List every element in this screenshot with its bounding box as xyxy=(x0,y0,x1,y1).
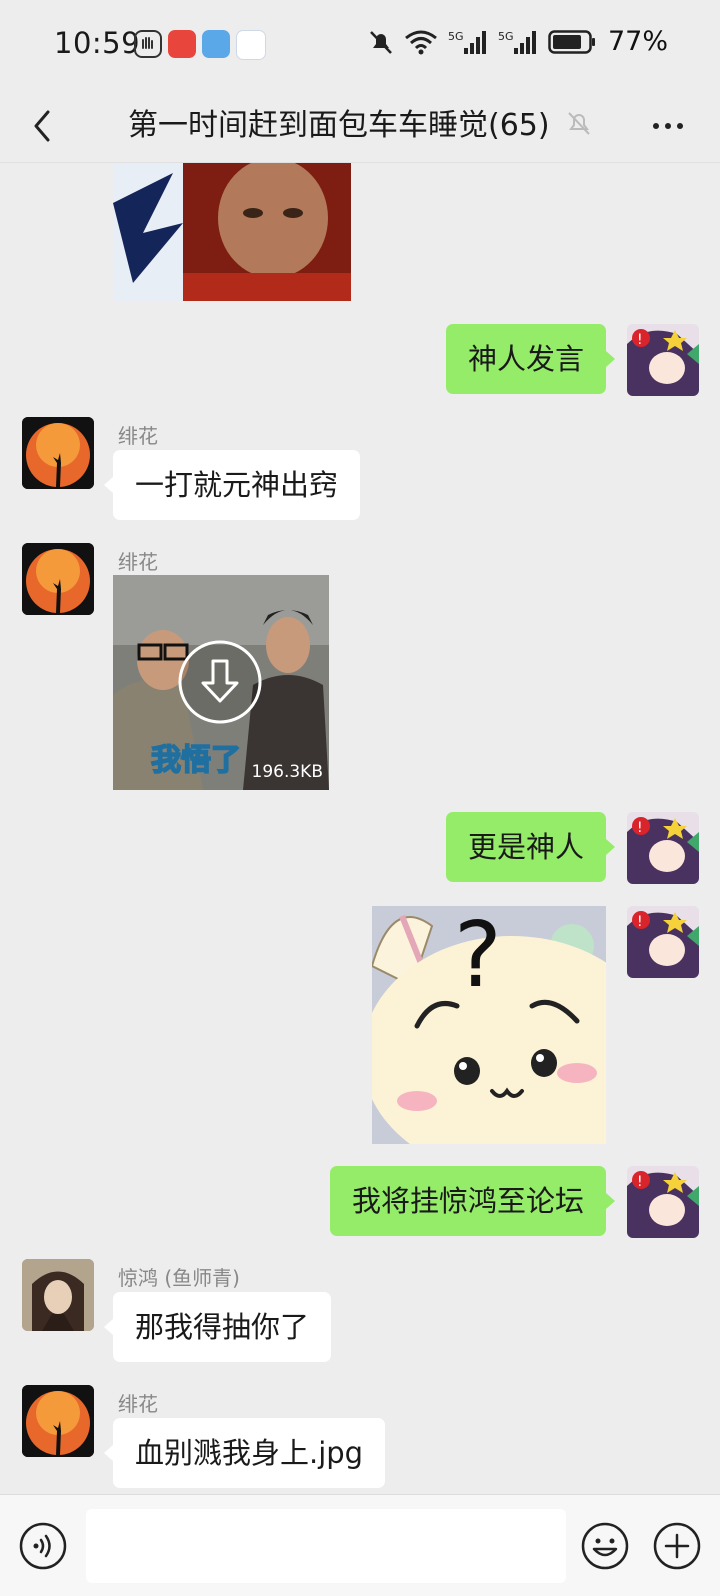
message-bubble-out[interactable]: 神人发言 xyxy=(445,324,606,394)
gif-message[interactable]: 我悟了 196.3KB xyxy=(113,575,329,790)
svg-text:5G: 5G xyxy=(498,30,514,43)
avatar-self[interactable]: ! xyxy=(627,906,699,978)
bubble-tail xyxy=(104,477,113,493)
avatar-self[interactable]: ! xyxy=(627,1166,699,1238)
bell-off-icon xyxy=(568,112,590,135)
chevron-left-icon[interactable] xyxy=(24,102,64,150)
battery-percent: 77% xyxy=(607,26,668,57)
meme-caption: 我悟了 xyxy=(150,742,242,779)
svg-text:!: ! xyxy=(637,914,643,930)
image-message[interactable] xyxy=(113,163,351,301)
svg-text:!: ! xyxy=(637,332,643,348)
avatar-self[interactable]: ! xyxy=(627,324,699,396)
svg-text:5G: 5G xyxy=(448,30,464,43)
emoji-icon[interactable] xyxy=(580,1521,630,1571)
bubble-tail xyxy=(104,1445,113,1461)
status-indicators: 5G 5G 77% xyxy=(368,26,668,57)
chat-title: 第一时间赶到面包车车睡觉(65) xyxy=(128,108,550,143)
message-input[interactable] xyxy=(86,1509,566,1583)
mute-bell-icon xyxy=(370,30,392,54)
message-bubble-out[interactable]: 我将挂惊鸿至论坛 xyxy=(329,1166,606,1236)
voice-icon[interactable] xyxy=(18,1521,68,1571)
chat-header: 第一时间赶到面包车车睡觉(65) xyxy=(0,90,720,163)
signal-5g-icon-2: 5G xyxy=(498,30,536,54)
bubble-tail xyxy=(606,1193,615,1209)
file-size: 196.3KB xyxy=(251,762,323,782)
avatar-feihua[interactable] xyxy=(22,1385,94,1457)
bubble-tail xyxy=(606,351,615,367)
sticker-message[interactable]: ? xyxy=(372,906,606,1144)
status-time: 10:59 xyxy=(54,26,141,60)
input-bar xyxy=(0,1494,720,1596)
plus-icon[interactable] xyxy=(652,1521,702,1571)
wifi-icon xyxy=(405,30,437,54)
ifly-app-icon xyxy=(236,30,266,60)
hand-icon xyxy=(134,30,162,58)
avatar-jinghong[interactable] xyxy=(22,1259,94,1331)
meme-photo-top xyxy=(113,163,351,301)
download-icon[interactable] xyxy=(177,639,263,725)
rabbit-question-sticker: ? xyxy=(372,906,606,1144)
sender-name: 惊鸿 (鱼师青) xyxy=(118,1266,240,1290)
message-bubble-out[interactable]: 更是神人 xyxy=(445,812,606,882)
sender-name: 绯花 xyxy=(118,550,158,574)
more-dots-icon[interactable] xyxy=(648,106,688,146)
shopping-app-icon xyxy=(168,30,196,58)
avatar-feihua[interactable] xyxy=(22,417,94,489)
signal-5g-icon-1: 5G xyxy=(448,30,486,54)
svg-text:!: ! xyxy=(637,820,643,836)
sender-name: 绯花 xyxy=(118,1392,158,1416)
weather-app-icon xyxy=(202,30,230,58)
message-bubble-in[interactable]: 血别溅我身上.jpg xyxy=(113,1418,386,1488)
avatar-self[interactable]: ! xyxy=(627,812,699,884)
bubble-tail xyxy=(104,1319,113,1335)
message-bubble-in[interactable]: 一打就元神出窍 xyxy=(113,450,361,520)
message-bubble-in[interactable]: 那我得抽你了 xyxy=(113,1292,332,1362)
svg-text:?: ? xyxy=(454,906,502,1008)
sender-name: 绯花 xyxy=(118,424,158,448)
bubble-tail xyxy=(606,839,615,855)
status-bar: 10:59 5G 5G 77% xyxy=(0,0,720,90)
battery-icon xyxy=(548,29,595,54)
avatar-feihua[interactable] xyxy=(22,543,94,615)
svg-text:!: ! xyxy=(637,1174,643,1190)
